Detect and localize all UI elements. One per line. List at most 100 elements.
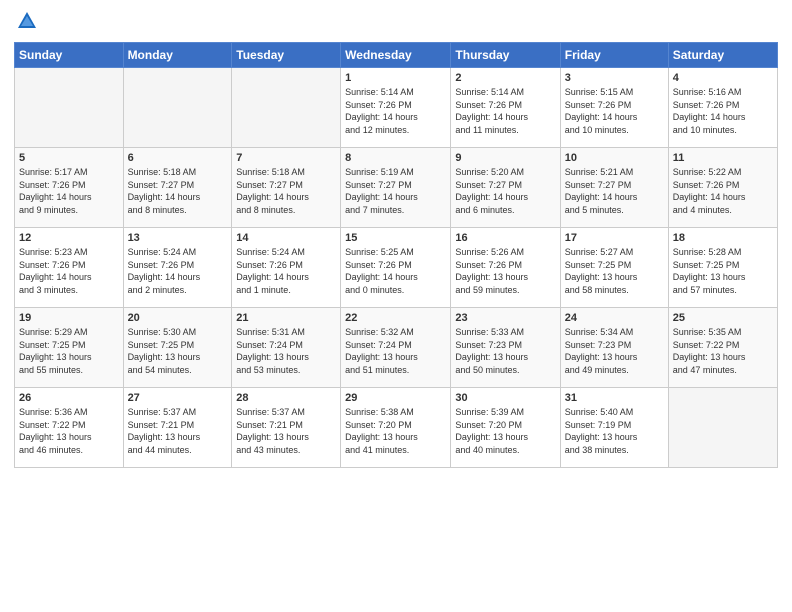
day-number: 19: [19, 312, 119, 324]
calendar-day-cell: 21Sunrise: 5:31 AM Sunset: 7:24 PM Dayli…: [232, 308, 341, 388]
day-info: Sunrise: 5:29 AM Sunset: 7:25 PM Dayligh…: [19, 326, 119, 376]
day-info: Sunrise: 5:35 AM Sunset: 7:22 PM Dayligh…: [673, 326, 773, 376]
calendar-day-cell: 11 Sunrise: 5:22 AM Sunset: 7:26 PM Dayli…: [668, 148, 777, 228]
header: [14, 10, 778, 34]
calendar-day-cell: 28 Sunrise: 5:37 AM Sunset: 7:21 PM Dayli…: [232, 388, 341, 468]
day-number: 5: [19, 152, 119, 164]
day-number: 8: [345, 152, 446, 164]
weekday-header: Sunday: [15, 43, 124, 68]
day-info: Sunrise: 5:38 AM Sunset: 7:20 PM Dayligh…: [345, 406, 446, 456]
page-container: SundayMondayTuesdayWednesdayThursdayFrid…: [0, 0, 792, 612]
day-number: 18: [673, 232, 773, 244]
day-number: 27: [128, 392, 228, 404]
calendar-day-cell: 17 Sunrise: 5:27 AM Sunset: 7:25 PM Dayli…: [560, 228, 668, 308]
day-info: Sunrise: 5:23 AM Sunset: 7:26 PM Dayligh…: [19, 246, 119, 296]
day-info: Sunrise: 5:16 AM Sunset: 7:26 PM Dayligh…: [673, 86, 773, 136]
calendar-week-row: 19 Sunrise: 5:29 AM Sunset: 7:25 PM Dayli…: [15, 308, 778, 388]
calendar-day-cell: 30Sunrise: 5:39 AM Sunset: 7:20 PM Dayli…: [451, 388, 560, 468]
calendar-week-row: 5Sunrise: 5:17 AM Sunset: 7:26 PM Daylig…: [15, 148, 778, 228]
day-number: 28: [236, 392, 336, 404]
day-number: 17: [565, 232, 664, 244]
calendar-day-cell: 16 Sunrise: 5:26 AM Sunset: 7:26 PM Dayli…: [451, 228, 560, 308]
weekday-header: Friday: [560, 43, 668, 68]
weekday-header: Saturday: [668, 43, 777, 68]
calendar-day-cell: 20 Sunrise: 5:30 AM Sunset: 7:25 PM Dayli…: [123, 308, 232, 388]
calendar-day-cell: 15 Sunrise: 5:25 AM Sunset: 7:26 PM Dayli…: [341, 228, 451, 308]
day-number: 2: [455, 72, 555, 84]
calendar-day-cell: 10 Sunrise: 5:21 AM Sunset: 7:27 PM Dayli…: [560, 148, 668, 228]
day-info: Sunrise: 5:24 AM Sunset: 7:26 PM Dayligh…: [128, 246, 228, 296]
day-info: Sunrise: 5:14 AM Sunset: 7:26 PM Dayligh…: [455, 86, 555, 136]
day-info: Sunrise: 5:26 AM Sunset: 7:26 PM Dayligh…: [455, 246, 555, 296]
day-number: 4: [673, 72, 773, 84]
calendar-day-cell: 23 Sunrise: 5:33 AM Sunset: 7:23 PM Dayli…: [451, 308, 560, 388]
calendar-day-cell: 26 Sunrise: 5:36 AM Sunset: 7:22 PM Dayli…: [15, 388, 124, 468]
day-info: Sunrise: 5:27 AM Sunset: 7:25 PM Dayligh…: [565, 246, 664, 296]
calendar-day-cell: 19 Sunrise: 5:29 AM Sunset: 7:25 PM Dayli…: [15, 308, 124, 388]
logo-icon: [16, 10, 38, 32]
day-info: Sunrise: 5:18 AM Sunset: 7:27 PM Dayligh…: [128, 166, 228, 216]
day-info: Sunrise: 5:21 AM Sunset: 7:27 PM Dayligh…: [565, 166, 664, 216]
day-number: 24: [565, 312, 664, 324]
day-info: Sunrise: 5:30 AM Sunset: 7:25 PM Dayligh…: [128, 326, 228, 376]
day-info: Sunrise: 5:25 AM Sunset: 7:26 PM Dayligh…: [345, 246, 446, 296]
weekday-header: Thursday: [451, 43, 560, 68]
day-info: Sunrise: 5:32 AM Sunset: 7:24 PM Dayligh…: [345, 326, 446, 376]
day-number: 15: [345, 232, 446, 244]
day-number: 31: [565, 392, 664, 404]
calendar-day-cell: 27Sunrise: 5:37 AM Sunset: 7:21 PM Dayli…: [123, 388, 232, 468]
day-number: 29: [345, 392, 446, 404]
weekday-header: Monday: [123, 43, 232, 68]
calendar-day-cell: [123, 68, 232, 148]
day-info: Sunrise: 5:37 AM Sunset: 7:21 PM Dayligh…: [236, 406, 336, 456]
day-info: Sunrise: 5:33 AM Sunset: 7:23 PM Dayligh…: [455, 326, 555, 376]
calendar-day-cell: 12 Sunrise: 5:23 AM Sunset: 7:26 PM Dayli…: [15, 228, 124, 308]
day-info: Sunrise: 5:19 AM Sunset: 7:27 PM Dayligh…: [345, 166, 446, 216]
day-number: 11: [673, 152, 773, 164]
calendar-day-cell: 25 Sunrise: 5:35 AM Sunset: 7:22 PM Dayli…: [668, 308, 777, 388]
calendar-day-cell: [668, 388, 777, 468]
day-info: Sunrise: 5:34 AM Sunset: 7:23 PM Dayligh…: [565, 326, 664, 376]
calendar-day-cell: 9 Sunrise: 5:20 AM Sunset: 7:27 PM Daylig…: [451, 148, 560, 228]
calendar: SundayMondayTuesdayWednesdayThursdayFrid…: [14, 42, 778, 468]
day-info: Sunrise: 5:40 AM Sunset: 7:19 PM Dayligh…: [565, 406, 664, 456]
calendar-day-cell: 24 Sunrise: 5:34 AM Sunset: 7:23 PM Dayli…: [560, 308, 668, 388]
weekday-header: Wednesday: [341, 43, 451, 68]
calendar-day-cell: 1 Sunrise: 5:14 AM Sunset: 7:26 PM Daylig…: [341, 68, 451, 148]
calendar-day-cell: 6 Sunrise: 5:18 AM Sunset: 7:27 PM Daylig…: [123, 148, 232, 228]
day-number: 22: [345, 312, 446, 324]
day-number: 6: [128, 152, 228, 164]
day-info: Sunrise: 5:22 AM Sunset: 7:26 PM Dayligh…: [673, 166, 773, 216]
calendar-week-row: 1 Sunrise: 5:14 AM Sunset: 7:26 PM Daylig…: [15, 68, 778, 148]
calendar-day-cell: 22 Sunrise: 5:32 AM Sunset: 7:24 PM Dayli…: [341, 308, 451, 388]
day-number: 14: [236, 232, 336, 244]
day-info: Sunrise: 5:15 AM Sunset: 7:26 PM Dayligh…: [565, 86, 664, 136]
day-number: 20: [128, 312, 228, 324]
day-number: 26: [19, 392, 119, 404]
calendar-day-cell: [15, 68, 124, 148]
day-number: 12: [19, 232, 119, 244]
calendar-day-cell: 18Sunrise: 5:28 AM Sunset: 7:25 PM Dayli…: [668, 228, 777, 308]
calendar-day-cell: 29 Sunrise: 5:38 AM Sunset: 7:20 PM Dayli…: [341, 388, 451, 468]
day-number: 16: [455, 232, 555, 244]
calendar-day-cell: 5Sunrise: 5:17 AM Sunset: 7:26 PM Daylig…: [15, 148, 124, 228]
calendar-day-cell: 13Sunrise: 5:24 AM Sunset: 7:26 PM Dayli…: [123, 228, 232, 308]
day-number: 1: [345, 72, 446, 84]
day-number: 7: [236, 152, 336, 164]
calendar-day-cell: 3Sunrise: 5:15 AM Sunset: 7:26 PM Daylig…: [560, 68, 668, 148]
day-number: 30: [455, 392, 555, 404]
calendar-day-cell: 4 Sunrise: 5:16 AM Sunset: 7:26 PM Daylig…: [668, 68, 777, 148]
day-number: 23: [455, 312, 555, 324]
calendar-day-cell: 31 Sunrise: 5:40 AM Sunset: 7:19 PM Dayli…: [560, 388, 668, 468]
day-number: 9: [455, 152, 555, 164]
day-number: 25: [673, 312, 773, 324]
calendar-day-cell: [232, 68, 341, 148]
day-info: Sunrise: 5:18 AM Sunset: 7:27 PM Dayligh…: [236, 166, 336, 216]
calendar-day-cell: 2 Sunrise: 5:14 AM Sunset: 7:26 PM Daylig…: [451, 68, 560, 148]
day-info: Sunrise: 5:14 AM Sunset: 7:26 PM Dayligh…: [345, 86, 446, 136]
weekday-header: Tuesday: [232, 43, 341, 68]
logo: [14, 10, 38, 34]
day-number: 10: [565, 152, 664, 164]
day-info: Sunrise: 5:36 AM Sunset: 7:22 PM Dayligh…: [19, 406, 119, 456]
day-info: Sunrise: 5:20 AM Sunset: 7:27 PM Dayligh…: [455, 166, 555, 216]
